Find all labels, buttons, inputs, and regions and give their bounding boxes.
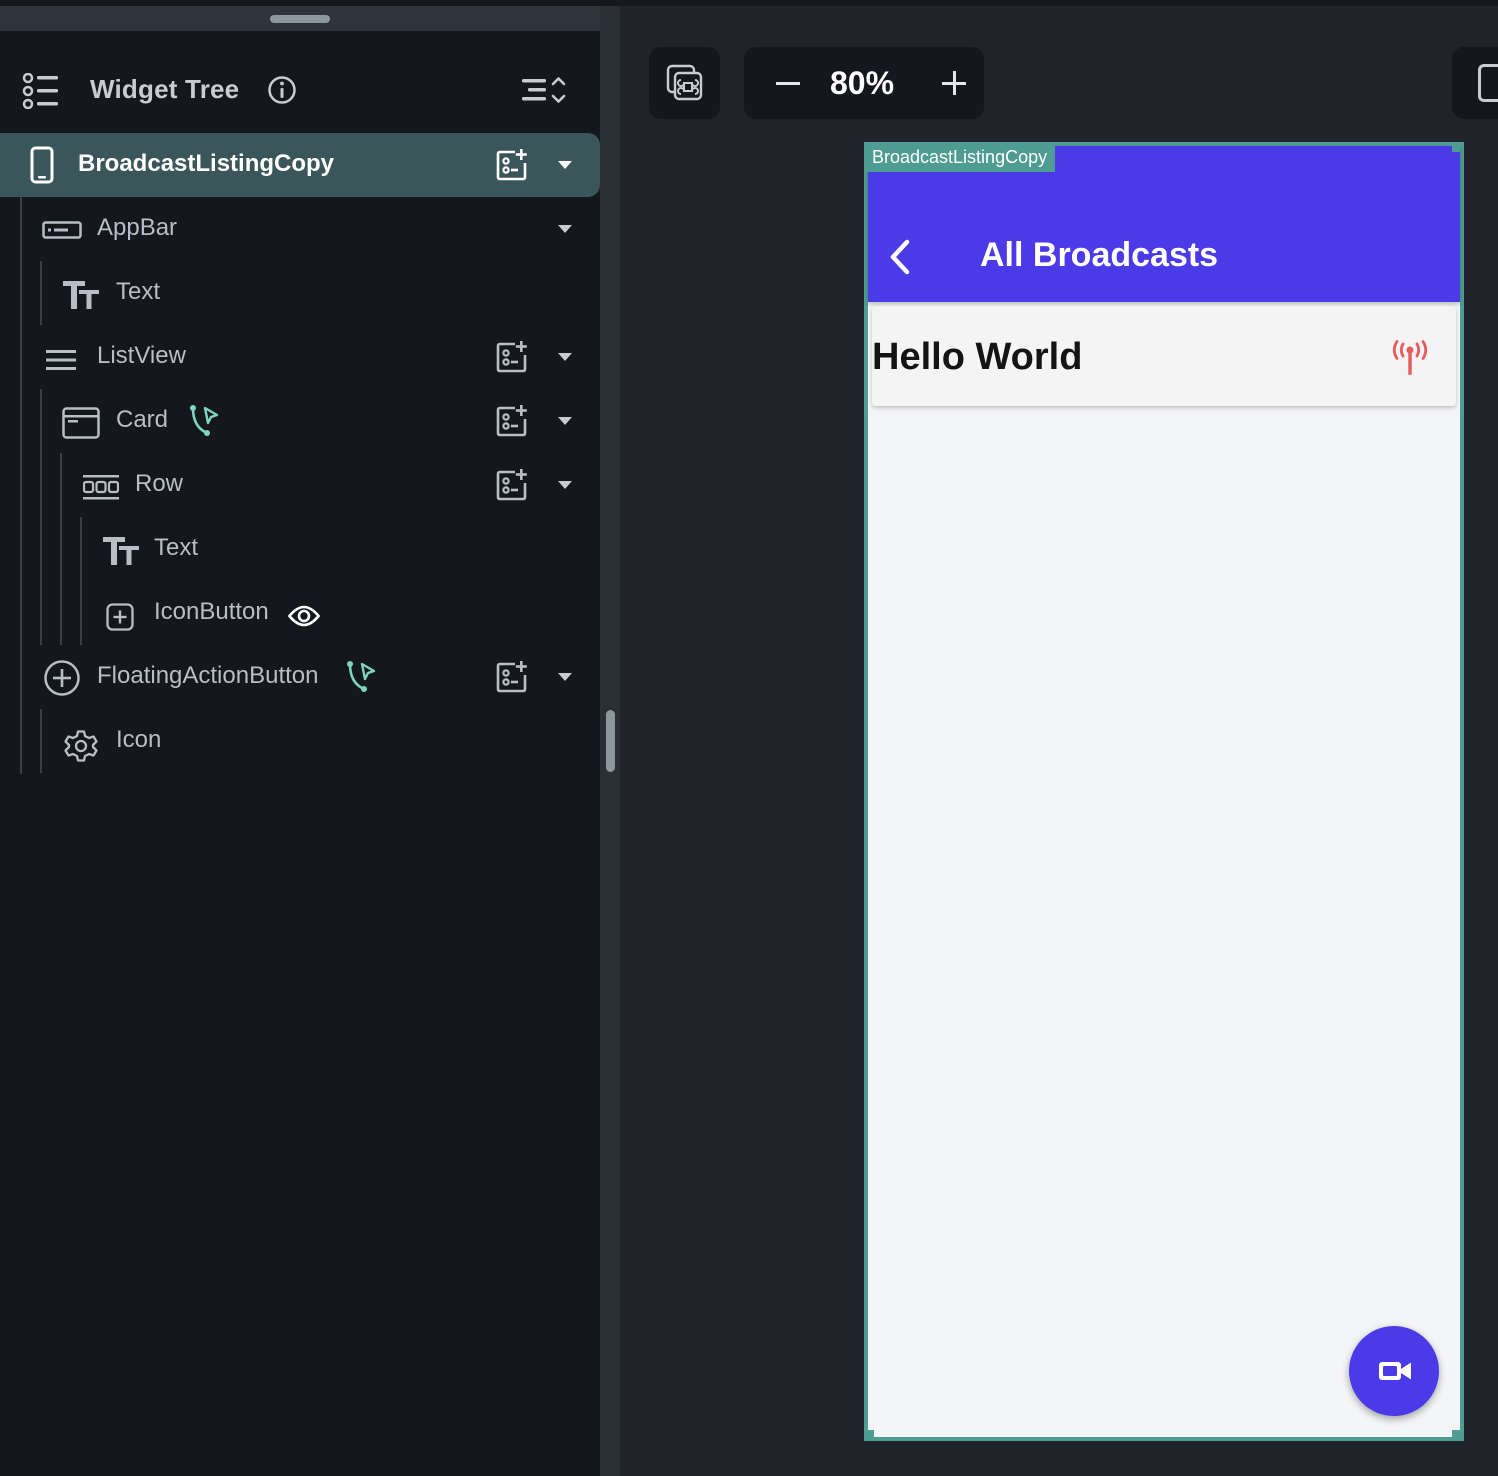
tree-node-label: AppBar: [97, 214, 178, 241]
phone-preview[interactable]: All Broadcasts Hello World: [864, 142, 1464, 1441]
tree-node-card[interactable]: Card: [0, 389, 600, 453]
zoom-level: 80%: [830, 65, 895, 101]
tree-node-label: ListView: [97, 342, 186, 369]
widget-tree-panel: Widget Tree BroadcastListingCopy AppBar …: [0, 6, 620, 1476]
add-child-icon[interactable]: [495, 340, 529, 378]
expand-caret[interactable]: [558, 417, 572, 425]
card-icon: [62, 407, 100, 443]
preview-appbar-title: All Broadcasts: [980, 236, 1219, 274]
fab-icon: [43, 659, 81, 701]
back-arrow-icon[interactable]: [888, 238, 912, 280]
gear-icon: [64, 729, 98, 767]
expand-caret[interactable]: [558, 353, 572, 361]
broadcast-tower-icon[interactable]: [1390, 340, 1430, 380]
expand-caret[interactable]: [558, 225, 572, 233]
device-toggle-button[interactable]: [1452, 47, 1498, 119]
tree-node-label: FloatingActionButton: [97, 662, 319, 689]
widget-tree-header: Widget Tree: [0, 61, 600, 121]
command-key-icon: [666, 64, 704, 106]
tree-node-floatingactionbutton[interactable]: FloatingActionButton: [0, 645, 600, 709]
text-icon: [102, 535, 140, 571]
add-child-icon[interactable]: [495, 404, 529, 442]
row-icon: [82, 475, 120, 505]
listview-icon: [46, 349, 76, 375]
tree-node-icon[interactable]: Icon: [0, 709, 600, 773]
zoom-control: 80%: [744, 47, 984, 119]
visibility-eye-icon[interactable]: [287, 605, 321, 631]
collapse-all-icon[interactable]: [520, 75, 568, 109]
tree-node-label: IconButton: [154, 598, 269, 625]
panel-handle-bar: [0, 6, 620, 31]
command-palette-button[interactable]: [649, 47, 720, 119]
tree-node-label: Text: [116, 278, 161, 305]
add-child-icon[interactable]: [495, 660, 529, 698]
device-frame-icon: [1478, 64, 1498, 102]
resize-handle[interactable]: [866, 1430, 874, 1438]
preview-fab[interactable]: [1349, 1326, 1439, 1416]
widget-tree-title: Widget Tree: [90, 74, 240, 104]
expand-caret[interactable]: [558, 673, 572, 681]
video-camera-icon: [1378, 1359, 1412, 1387]
expand-caret[interactable]: [558, 481, 572, 489]
flutterflow-editor: Widget Tree BroadcastListingCopy AppBar …: [0, 0, 1498, 1476]
add-child-icon[interactable]: [495, 468, 529, 506]
text-icon: [62, 279, 100, 315]
expand-caret[interactable]: [558, 161, 572, 169]
tree-node-iconbutton[interactable]: IconButton: [0, 581, 600, 645]
resize-handle[interactable]: [1452, 1430, 1460, 1438]
appbar-icon: [42, 221, 82, 243]
action-flow-icon[interactable]: [188, 403, 220, 441]
add-child-icon[interactable]: [495, 148, 529, 186]
resize-handle[interactable]: [1452, 144, 1460, 152]
preview-screen-tag: BroadcastListingCopy: [864, 142, 1056, 172]
tree-node-listview[interactable]: ListView: [0, 325, 600, 389]
tree-node-appbar[interactable]: AppBar: [0, 197, 600, 261]
tree-node-broadcastlistingcopy[interactable]: BroadcastListingCopy: [0, 133, 600, 197]
tree-node-text[interactable]: Text: [0, 261, 600, 325]
zoom-in-button[interactable]: [942, 71, 966, 95]
phone-icon: [30, 146, 54, 188]
tree-node-label: Text: [154, 534, 199, 561]
tree-node-label: Row: [135, 470, 184, 497]
icon-button-icon: [106, 603, 134, 635]
info-icon[interactable]: [267, 75, 297, 109]
panel-drag-handle[interactable]: [270, 15, 330, 23]
tree-node-label: BroadcastListingCopy: [78, 150, 335, 177]
zoom-out-button[interactable]: [776, 82, 800, 85]
tree-list-icon: [22, 72, 60, 113]
preview-card-text: Hello World: [872, 336, 1083, 378]
action-flow-icon[interactable]: [345, 659, 377, 697]
tree-node-label: Card: [116, 406, 169, 433]
tree-node-label: Icon: [116, 726, 162, 753]
tree-node-row[interactable]: Row: [0, 453, 600, 517]
preview-card[interactable]: Hello World: [872, 306, 1456, 406]
panel-resize-handle[interactable]: [606, 710, 615, 772]
tree-node-text[interactable]: Text: [0, 517, 600, 581]
